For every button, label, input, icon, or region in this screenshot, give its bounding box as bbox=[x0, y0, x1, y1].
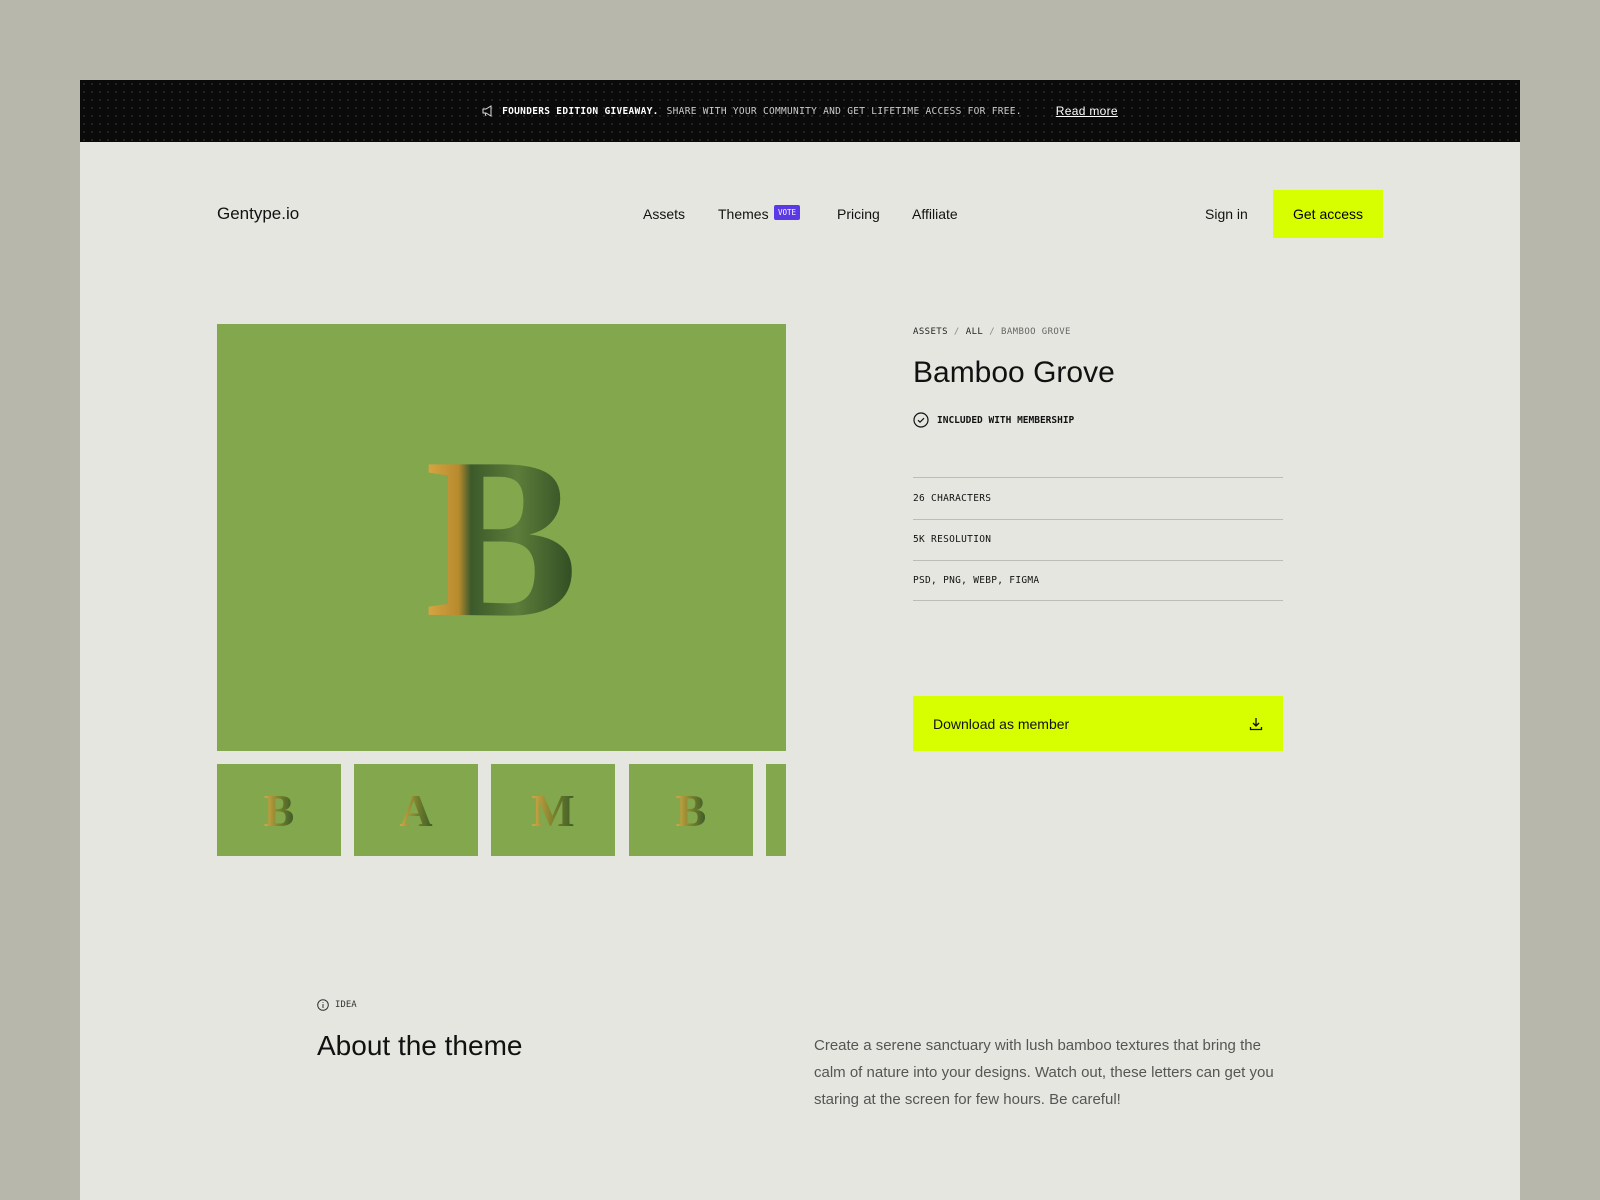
breadcrumb: ASSETS / ALL / BAMBOO GROVE bbox=[913, 327, 1071, 337]
info-icon bbox=[317, 999, 329, 1011]
nav-themes[interactable]: Themes bbox=[718, 206, 769, 222]
breadcrumb-all[interactable]: ALL bbox=[966, 327, 983, 337]
download-label: Download as member bbox=[933, 715, 1070, 732]
thumbnail-letter: A bbox=[399, 784, 433, 836]
thumbnail[interactable]: B bbox=[629, 764, 753, 856]
thumbnail-letter: B bbox=[263, 784, 295, 836]
idea-label: IDEA bbox=[317, 999, 357, 1011]
membership-status: INCLUDED WITH MEMBERSHIP bbox=[913, 412, 1074, 428]
logo[interactable]: Gentype.io bbox=[217, 204, 299, 224]
download-button[interactable]: Download as member bbox=[913, 696, 1283, 751]
nav-assets[interactable]: Assets bbox=[643, 206, 685, 222]
check-circle-icon bbox=[913, 412, 929, 428]
megaphone-icon bbox=[482, 105, 492, 117]
banner-text: SHARE WITH YOUR COMMUNITY AND GET LIFETI… bbox=[666, 105, 1022, 117]
nav-affiliate[interactable]: Affiliate bbox=[912, 206, 958, 222]
about-text: Create a serene sanctuary with lush bamb… bbox=[814, 1037, 1274, 1108]
thumbnail[interactable]: M bbox=[491, 764, 615, 856]
breadcrumb-assets[interactable]: ASSETS bbox=[913, 327, 948, 337]
sign-in-link[interactable]: Sign in bbox=[1205, 206, 1248, 222]
main-preview-image: B bbox=[217, 324, 786, 751]
download-icon bbox=[1249, 717, 1263, 730]
spec-item: PSD, PNG, WEBP, FIGMA bbox=[913, 560, 1283, 601]
banner-headline: FOUNDERS EDITION GIVEAWAY. bbox=[502, 105, 659, 117]
read-more-link[interactable]: Read more bbox=[1056, 104, 1118, 118]
membership-label: INCLUDED WITH MEMBERSHIP bbox=[937, 414, 1075, 426]
thumbnail-letter: B bbox=[675, 784, 707, 836]
announcement-banner: FOUNDERS EDITION GIVEAWAY. SHARE WITH YO… bbox=[80, 80, 1520, 142]
thumbnail[interactable] bbox=[766, 764, 786, 856]
preview-letter: B bbox=[424, 409, 579, 665]
spec-item: 5K RESOLUTION bbox=[913, 518, 1283, 561]
nav-pricing[interactable]: Pricing bbox=[837, 206, 880, 222]
vote-badge: VOTE bbox=[774, 205, 801, 220]
thumbnail-letter: M bbox=[531, 784, 575, 836]
about-title: About the theme bbox=[317, 1030, 523, 1061]
thumbnail[interactable]: B bbox=[217, 764, 341, 856]
idea-text: IDEA bbox=[335, 1000, 357, 1010]
page-title: Bamboo Grove bbox=[913, 356, 1115, 389]
spec-list: 26 CHARACTERS 5K RESOLUTION PSD, PNG, WE… bbox=[913, 477, 1283, 601]
thumbnail[interactable]: A bbox=[354, 764, 478, 856]
spec-item: 26 CHARACTERS bbox=[913, 477, 1283, 519]
get-access-button[interactable]: Get access bbox=[1273, 190, 1383, 238]
breadcrumb-current: BAMBOO GROVE bbox=[1001, 327, 1071, 337]
page-card: FOUNDERS EDITION GIVEAWAY. SHARE WITH YO… bbox=[80, 80, 1520, 1200]
